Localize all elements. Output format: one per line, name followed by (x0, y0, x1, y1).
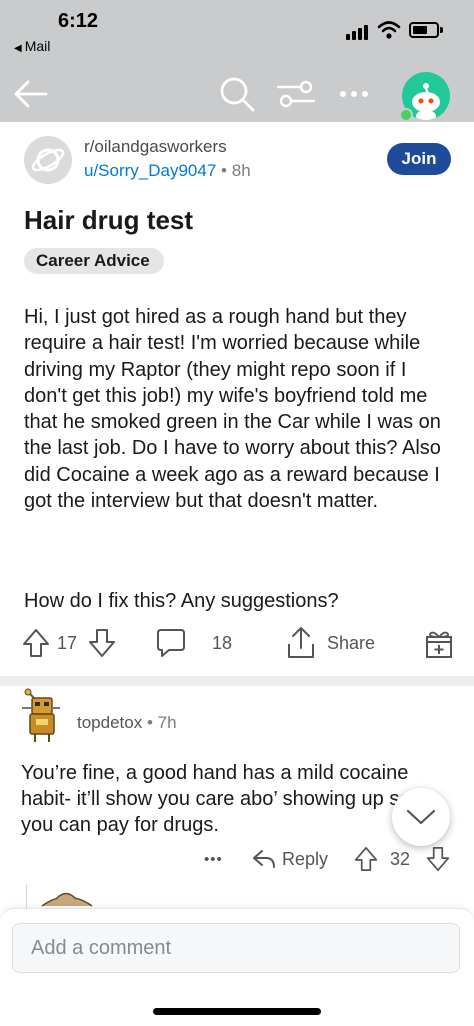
upvote-arrow-icon (23, 629, 49, 657)
downvote-arrow-icon (89, 629, 115, 657)
post-action-bar: 17 18 Share (0, 620, 474, 666)
comment-bubble-icon (157, 629, 185, 657)
comment-age: 7h (157, 713, 177, 732)
upvote-arrow-icon (354, 846, 378, 871)
back-button[interactable] (8, 66, 52, 122)
post-age: 8h (231, 161, 251, 180)
award-button[interactable] (424, 620, 454, 666)
section-divider (0, 676, 474, 686)
back-app-label: Mail (24, 38, 51, 54)
post-title: Hair drug test (24, 205, 194, 235)
downvote-arrow-icon (426, 846, 450, 871)
join-button[interactable]: Join (387, 143, 451, 175)
share-icon (288, 627, 314, 658)
post-comment-count: 18 (212, 632, 233, 653)
comment-body: You’re fine, a good hand has a mild coca… (21, 762, 411, 836)
battery-icon (409, 22, 443, 38)
top-nav-bar (0, 66, 474, 122)
back-arrow-icon (14, 80, 48, 108)
search-icon (220, 77, 255, 112)
comment-author[interactable]: topdetox (77, 713, 142, 732)
post-flair[interactable]: Career Advice (24, 248, 164, 274)
comment-action-bar: ••• Reply 32 (0, 842, 474, 876)
wifi-icon (377, 21, 401, 39)
comment-vote-count: 32 (390, 848, 411, 869)
subreddit-name[interactable]: r/oilandgasworkers (84, 137, 227, 157)
commenter-avatar[interactable] (20, 686, 64, 744)
more-options-button[interactable] (334, 66, 374, 122)
downvote-button[interactable] (88, 620, 116, 666)
comment-meta-separator: • (146, 713, 153, 732)
subreddit-avatar[interactable] (24, 136, 72, 184)
online-status-dot (399, 108, 413, 122)
back-triangle-icon: ◀ (14, 43, 22, 54)
comment-meta: topdetox • 7h (77, 713, 177, 733)
meta-separator: • (221, 161, 227, 180)
home-indicator[interactable] (153, 1008, 321, 1015)
upvote-button[interactable] (22, 620, 50, 666)
sort-filter-button[interactable] (274, 66, 318, 122)
chevron-down-icon (406, 809, 436, 825)
gift-icon (426, 631, 452, 658)
comment-composer: Add a comment (0, 908, 474, 1026)
robot-avatar-icon (22, 688, 60, 742)
reply-button[interactable]: Reply (252, 842, 328, 876)
cellular-signal-icon (346, 24, 370, 40)
more-icon (340, 91, 368, 97)
comments-button[interactable] (155, 620, 187, 666)
back-to-mail-link[interactable]: ◀ Mail (14, 38, 50, 54)
post-vote-count: 17 (57, 632, 78, 653)
post-meta: u/Sorry_Day9047 • 8h (84, 161, 251, 181)
status-bar: 6:12 ◀ Mail (0, 0, 474, 66)
reply-arrow-icon (253, 850, 275, 868)
planet-icon (31, 148, 65, 172)
add-comment-input[interactable]: Add a comment (12, 923, 460, 973)
scroll-next-comment-button[interactable] (392, 788, 450, 846)
post-question: How do I fix this? Any suggestions? (24, 590, 339, 612)
comment-more-button[interactable]: ••• (204, 842, 223, 876)
status-time: 6:12 (58, 10, 99, 32)
comment-downvote-button[interactable] (426, 842, 450, 876)
share-label: Share (327, 632, 376, 653)
comment-upvote-button[interactable] (354, 842, 378, 876)
share-button[interactable]: Share (285, 620, 375, 666)
next-commenter-avatar[interactable] (36, 886, 96, 908)
post-author[interactable]: u/Sorry_Day9047 (84, 161, 216, 180)
search-button[interactable] (216, 66, 258, 122)
filter-icon (276, 80, 316, 108)
post-body: Hi, I just got hired as a rough hand but… (24, 306, 441, 513)
reply-label: Reply (282, 848, 329, 869)
